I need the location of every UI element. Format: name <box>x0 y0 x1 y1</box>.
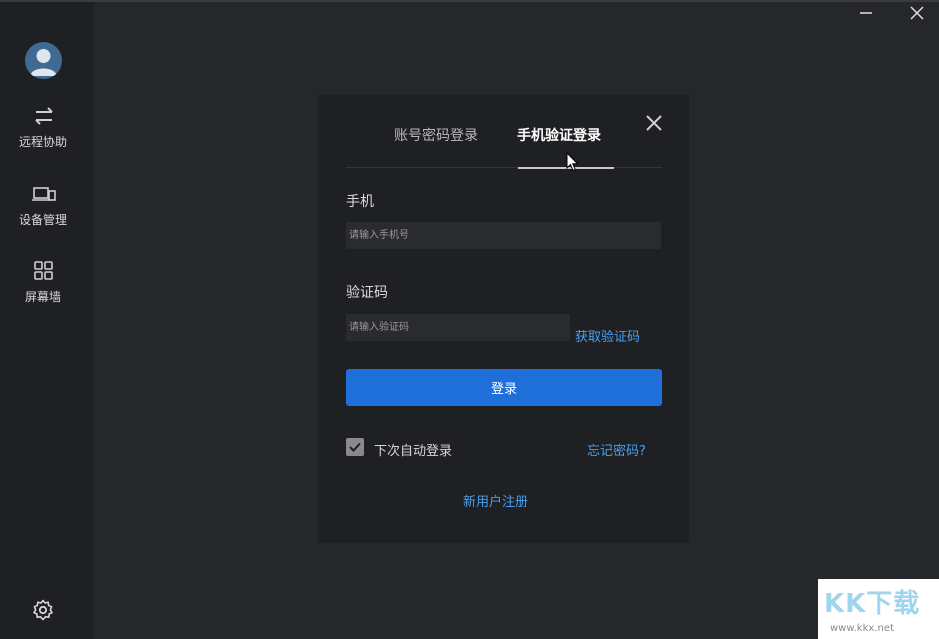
login-button[interactable]: 登录 <box>346 369 662 406</box>
auto-login-checkbox[interactable] <box>346 438 364 456</box>
devices-icon <box>32 183 56 205</box>
checkmark-icon <box>349 442 361 452</box>
login-dialog: 账号密码登录 手机验证登录 手机 验证码 获取验证码 登录 下次自动登录 忘记密… <box>318 95 689 543</box>
verification-code-label: 验证码 <box>346 285 388 301</box>
phone-label: 手机 <box>346 194 374 210</box>
grid-icon <box>32 260 56 282</box>
verification-code-input[interactable] <box>346 314 570 341</box>
watermark: KK下载 www.kkx.net <box>818 579 939 639</box>
tab-password-login[interactable]: 账号密码登录 <box>394 125 478 145</box>
sidebar-item-screen-wall[interactable]: 屏幕墙 <box>0 260 94 320</box>
swap-arrows-icon <box>32 105 56 127</box>
sidebar-item-remote-assist[interactable]: 远程协助 <box>0 105 94 165</box>
watermark-url: www.kkx.net <box>830 623 894 634</box>
minimize-icon[interactable] <box>857 4 875 22</box>
sidebar-item-label: 设备管理 <box>18 213 67 227</box>
tab-phone-login[interactable]: 手机验证登录 <box>517 125 601 145</box>
forgot-password-link[interactable]: 忘记密码? <box>587 440 646 459</box>
phone-input[interactable] <box>346 222 661 249</box>
sidebar-item-device-management[interactable]: 设备管理 <box>0 183 94 243</box>
sidebar-item-label: 屏幕墙 <box>24 290 61 304</box>
sidebar-item-label: 远程协助 <box>18 135 67 149</box>
close-icon[interactable] <box>908 4 926 22</box>
tabs-divider <box>346 167 662 168</box>
get-code-link[interactable]: 获取验证码 <box>575 326 640 345</box>
register-link[interactable]: 新用户注册 <box>463 491 528 510</box>
watermark-logo: KK下载 <box>824 589 921 619</box>
mouse-cursor-icon <box>566 151 580 172</box>
sidebar: 远程协助 设备管理 屏幕墙 <box>0 2 94 639</box>
auto-login-label: 下次自动登录 <box>374 444 453 459</box>
user-avatar-icon[interactable] <box>25 42 62 79</box>
gear-icon[interactable] <box>31 598 55 622</box>
top-border <box>0 0 939 2</box>
dialog-close-icon[interactable] <box>644 113 664 133</box>
